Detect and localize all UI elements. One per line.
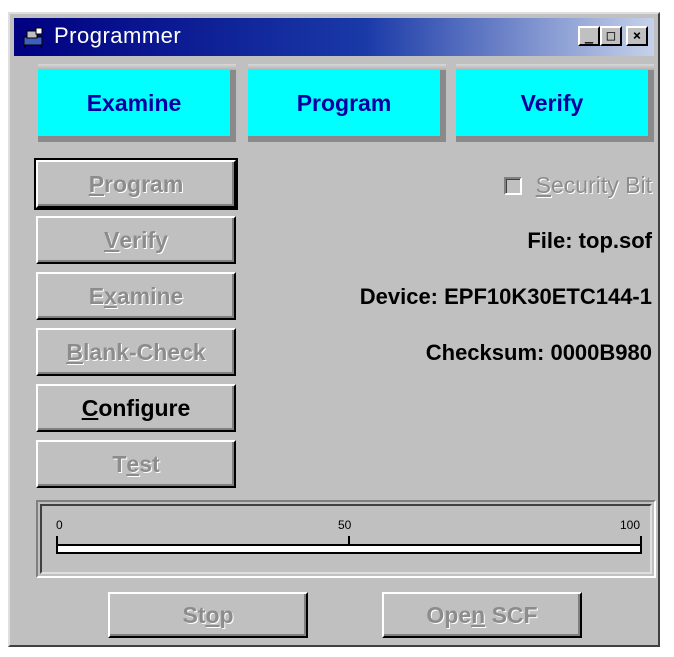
configure-button[interactable]: Configure bbox=[36, 384, 236, 432]
examine-button[interactable]: Ex amine bbox=[36, 272, 236, 320]
progress-bar bbox=[56, 544, 642, 554]
progress-scale-min: 0 bbox=[56, 518, 63, 532]
device-info: Device: EPF10K30ETC144-1 bbox=[359, 284, 652, 309]
checksum-info: Checksum: 0000B980 bbox=[425, 340, 652, 365]
progress-scale-mid: 50 bbox=[338, 518, 352, 532]
close-button[interactable]: × bbox=[626, 26, 648, 46]
examine-button-label: x bbox=[104, 282, 117, 309]
progress-scale-max: 100 bbox=[620, 518, 641, 532]
programmer-window: Programmer _ □ × Examine Program Verify … bbox=[8, 12, 660, 647]
verify-button[interactable]: Verify bbox=[36, 216, 236, 264]
program-button-label: P bbox=[88, 170, 105, 197]
test-button[interactable]: Te st bbox=[36, 440, 236, 488]
title-bar[interactable]: Programmer _ □ × bbox=[14, 18, 654, 56]
verify-button-label: V bbox=[104, 226, 120, 253]
security-bit-label: Security Bit bbox=[535, 172, 652, 198]
minimize-icon: _ bbox=[584, 28, 594, 44]
tab-examine[interactable]: Examine bbox=[38, 64, 236, 142]
progress-panel: 0 50 100 bbox=[36, 500, 656, 578]
stop-button-label: Stop bbox=[182, 601, 234, 628]
open-scf-button[interactable]: Open SCF bbox=[382, 592, 582, 638]
security-bit-checkbox[interactable]: Security Bit bbox=[503, 172, 652, 199]
stop-button[interactable]: Stop bbox=[108, 592, 308, 638]
close-icon: × bbox=[632, 28, 642, 44]
tab-program[interactable]: Program bbox=[248, 64, 446, 142]
window-title: Programmer bbox=[54, 23, 182, 48]
progress-tick bbox=[56, 536, 58, 544]
checkbox-box[interactable] bbox=[503, 176, 522, 195]
programmer-app-icon bbox=[23, 27, 43, 49]
program-button[interactable]: Program bbox=[34, 158, 238, 210]
progress-tick bbox=[640, 536, 642, 544]
tab-verify[interactable]: Verify bbox=[456, 64, 654, 142]
minimize-button[interactable]: _ bbox=[578, 26, 600, 46]
file-info: File: top.sof bbox=[527, 228, 652, 253]
tab-program-label: Program bbox=[296, 89, 392, 116]
open-scf-button-label: Open SCF bbox=[426, 601, 538, 628]
tab-verify-label: Verify bbox=[520, 89, 584, 116]
maximize-button[interactable]: □ bbox=[600, 26, 622, 46]
maximize-icon: □ bbox=[606, 28, 616, 44]
blank-check-button-label: B bbox=[66, 338, 83, 365]
test-button-label: e bbox=[126, 450, 140, 477]
progress-tick bbox=[348, 536, 350, 544]
tab-examine-label: Examine bbox=[86, 89, 182, 116]
blank-check-button[interactable]: Blank-Check bbox=[36, 328, 236, 376]
configure-button-label: C bbox=[81, 394, 99, 421]
